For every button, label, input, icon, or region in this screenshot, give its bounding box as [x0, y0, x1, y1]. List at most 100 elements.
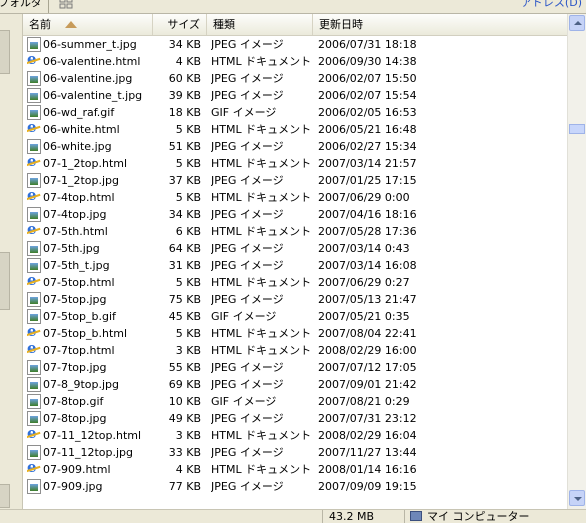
file-row[interactable]: 07-5th_t.jpg 31 KB JPEG イメージ 2007/03/14 16:…	[23, 257, 567, 274]
file-modified: 2007/08/21 0:29	[318, 395, 410, 408]
file-size: 77 KB	[168, 480, 201, 493]
file-row[interactable]: 07-4top.jpg 34 KB JPEG イメージ 2007/04/16 18:1…	[23, 206, 567, 223]
gif-image-icon	[27, 394, 41, 409]
file-type: HTML ドキュメント	[211, 327, 311, 340]
file-name: 07-4top.html	[43, 191, 115, 204]
file-size: 45 KB	[168, 310, 201, 323]
file-type: JPEG イメージ	[211, 412, 284, 425]
file-name-cell: 07-7top.jpg	[27, 359, 153, 376]
pane-tab[interactable]	[0, 484, 10, 508]
scroll-up-button[interactable]	[569, 15, 585, 31]
status-zone: マイ コンピューター	[404, 510, 586, 523]
folders-button[interactable]: フォルダ	[0, 0, 42, 10]
file-row[interactable]: 07-5th.jpg 64 KB JPEG イメージ 2007/03/14 0:43	[23, 240, 567, 257]
file-rows: 06-summer_t.jpg 34 KB JPEG イメージ 2006/07/31 …	[23, 36, 567, 495]
file-row[interactable]: 07-5th.html 6 KB HTML ドキュメント 2007/05/28 17:…	[23, 223, 567, 240]
file-type: GIF イメージ	[211, 395, 277, 408]
file-modified: 2008/02/29 16:04	[318, 429, 417, 442]
file-name-cell: 07-5top_b.html	[27, 325, 153, 342]
file-row[interactable]: 06-wd_raf.gif 18 KB GIF イメージ 2006/02/05 16:…	[23, 104, 567, 121]
column-header-size[interactable]: サイズ	[153, 14, 207, 35]
column-header: 名前 サイズ 種類 更新日時	[23, 14, 567, 36]
file-modified: 2007/03/14 21:57	[318, 157, 417, 170]
left-pane	[0, 14, 23, 509]
vertical-scrollbar[interactable]	[567, 14, 586, 509]
file-row[interactable]: 07-1_2top.jpg 37 KB JPEG イメージ 2007/01/25 17…	[23, 172, 567, 189]
file-name: 06-valentine_t.jpg	[43, 89, 143, 102]
file-row[interactable]: 07-909.html 4 KB HTML ドキュメント 2008/01/14 16:…	[23, 461, 567, 478]
jpeg-image-icon	[27, 37, 41, 52]
file-name: 07-7top.html	[43, 344, 115, 357]
pane-tab[interactable]	[0, 252, 10, 310]
status-zone-label: マイ コンピューター	[427, 510, 530, 523]
gif-image-icon	[27, 309, 41, 324]
file-name-cell: 07-4top.jpg	[27, 206, 153, 223]
file-modified: 2007/07/12 17:05	[318, 361, 417, 374]
file-row[interactable]: 06-summer_t.jpg 34 KB JPEG イメージ 2006/07/31 …	[23, 36, 567, 53]
file-name-cell: 07-11_12top.html	[27, 427, 153, 444]
file-modified: 2008/01/14 16:16	[318, 463, 417, 476]
file-name: 06-valentine.jpg	[43, 72, 133, 85]
column-header-type[interactable]: 種類	[207, 14, 313, 35]
file-name: 07-8_9top.jpg	[43, 378, 120, 391]
file-row[interactable]: 07-5top.jpg 75 KB JPEG イメージ 2007/05/13 21:4…	[23, 291, 567, 308]
column-size-label: サイズ	[167, 18, 200, 31]
file-name: 06-valentine.html	[43, 55, 141, 68]
file-size: 51 KB	[168, 140, 201, 153]
file-row[interactable]: 06-valentine.jpg 60 KB JPEG イメージ 2006/02/07…	[23, 70, 567, 87]
file-row[interactable]: 07-8_9top.jpg 69 KB JPEG イメージ 2007/09/01 21…	[23, 376, 567, 393]
file-type: HTML ドキュメント	[211, 276, 311, 289]
file-name: 07-909.jpg	[43, 480, 103, 493]
file-name: 07-5th.html	[43, 225, 108, 238]
file-row[interactable]: 07-7top.jpg 55 KB JPEG イメージ 2007/07/12 17:0…	[23, 359, 567, 376]
file-row[interactable]: 06-white.html 5 KB HTML ドキュメント 2006/05/21 1…	[23, 121, 567, 138]
file-size: 49 KB	[168, 412, 201, 425]
file-row[interactable]: 07-909.jpg 77 KB JPEG イメージ 2007/09/09 19:15	[23, 478, 567, 495]
file-size: 39 KB	[168, 89, 201, 102]
file-row[interactable]: 06-valentine_t.jpg 39 KB JPEG イメージ 2006/02/…	[23, 87, 567, 104]
file-row[interactable]: 07-7top.html 3 KB HTML ドキュメント 2008/02/29 16…	[23, 342, 567, 359]
scroll-thumb[interactable]	[569, 124, 585, 134]
file-name: 07-5top_b.gif	[43, 310, 116, 323]
file-row[interactable]: 07-8top.jpg 49 KB JPEG イメージ 2007/07/31 23:1…	[23, 410, 567, 427]
file-row[interactable]: 07-11_12top.html 3 KB HTML ドキュメント 2008/02/2…	[23, 427, 567, 444]
file-size: 31 KB	[168, 259, 201, 272]
file-list-view[interactable]: 名前 サイズ 種類 更新日時 06-summer_t.jpg 34 KB JPEG …	[23, 14, 567, 509]
file-row[interactable]: 06-valentine.html 4 KB HTML ドキュメント 2006/09/…	[23, 53, 567, 70]
scroll-down-button[interactable]	[569, 490, 585, 506]
file-size: 5 KB	[175, 157, 201, 170]
html-document-icon	[27, 325, 41, 341]
column-header-name[interactable]: 名前	[23, 14, 153, 35]
file-name-cell: 07-1_2top.jpg	[27, 172, 153, 189]
view-menu-icon[interactable]	[58, 0, 74, 11]
file-size: 5 KB	[175, 327, 201, 340]
file-name: 07-11_12top.html	[43, 429, 142, 442]
file-name: 07-5top_b.html	[43, 327, 128, 340]
file-modified: 2007/01/25 17:15	[318, 174, 417, 187]
jpeg-image-icon	[27, 258, 41, 273]
file-name-cell: 06-wd_raf.gif	[27, 104, 153, 121]
file-row[interactable]: 07-5top_b.html 5 KB HTML ドキュメント 2007/08/04 …	[23, 325, 567, 342]
file-row[interactable]: 07-1_2top.html 5 KB HTML ドキュメント 2007/03/14 …	[23, 155, 567, 172]
file-name-cell: 07-909.jpg	[27, 478, 153, 495]
file-row[interactable]: 07-11_12top.jpg 33 KB JPEG イメージ 2007/11/27 …	[23, 444, 567, 461]
file-modified: 2006/02/27 15:34	[318, 140, 417, 153]
pane-tab[interactable]	[0, 30, 10, 74]
sort-ascending-icon	[65, 21, 77, 28]
file-modified: 2006/02/07 15:50	[318, 72, 417, 85]
file-row[interactable]: 07-8top.gif 10 KB GIF イメージ 2007/08/21 0:29	[23, 393, 567, 410]
status-total-size: 43.2 MB	[322, 510, 409, 523]
file-type: JPEG イメージ	[211, 361, 284, 374]
html-document-icon	[27, 121, 41, 137]
file-row[interactable]: 06-white.jpg 51 KB JPEG イメージ 2006/02/27 15:…	[23, 138, 567, 155]
file-name-cell: 06-white.jpg	[27, 138, 153, 155]
file-modified: 2007/09/01 21:42	[318, 378, 417, 391]
file-name-cell: 07-1_2top.html	[27, 155, 153, 172]
jpeg-image-icon	[27, 479, 41, 494]
file-size: 34 KB	[168, 208, 201, 221]
file-row[interactable]: 07-5top.html 5 KB HTML ドキュメント 2007/06/29 0:…	[23, 274, 567, 291]
file-row[interactable]: 07-4top.html 5 KB HTML ドキュメント 2007/06/29 0:…	[23, 189, 567, 206]
file-row[interactable]: 07-5top_b.gif 45 KB GIF イメージ 2007/05/21 0:3…	[23, 308, 567, 325]
column-header-modified[interactable]: 更新日時	[313, 14, 567, 35]
file-modified: 2007/05/21 0:35	[318, 310, 410, 323]
